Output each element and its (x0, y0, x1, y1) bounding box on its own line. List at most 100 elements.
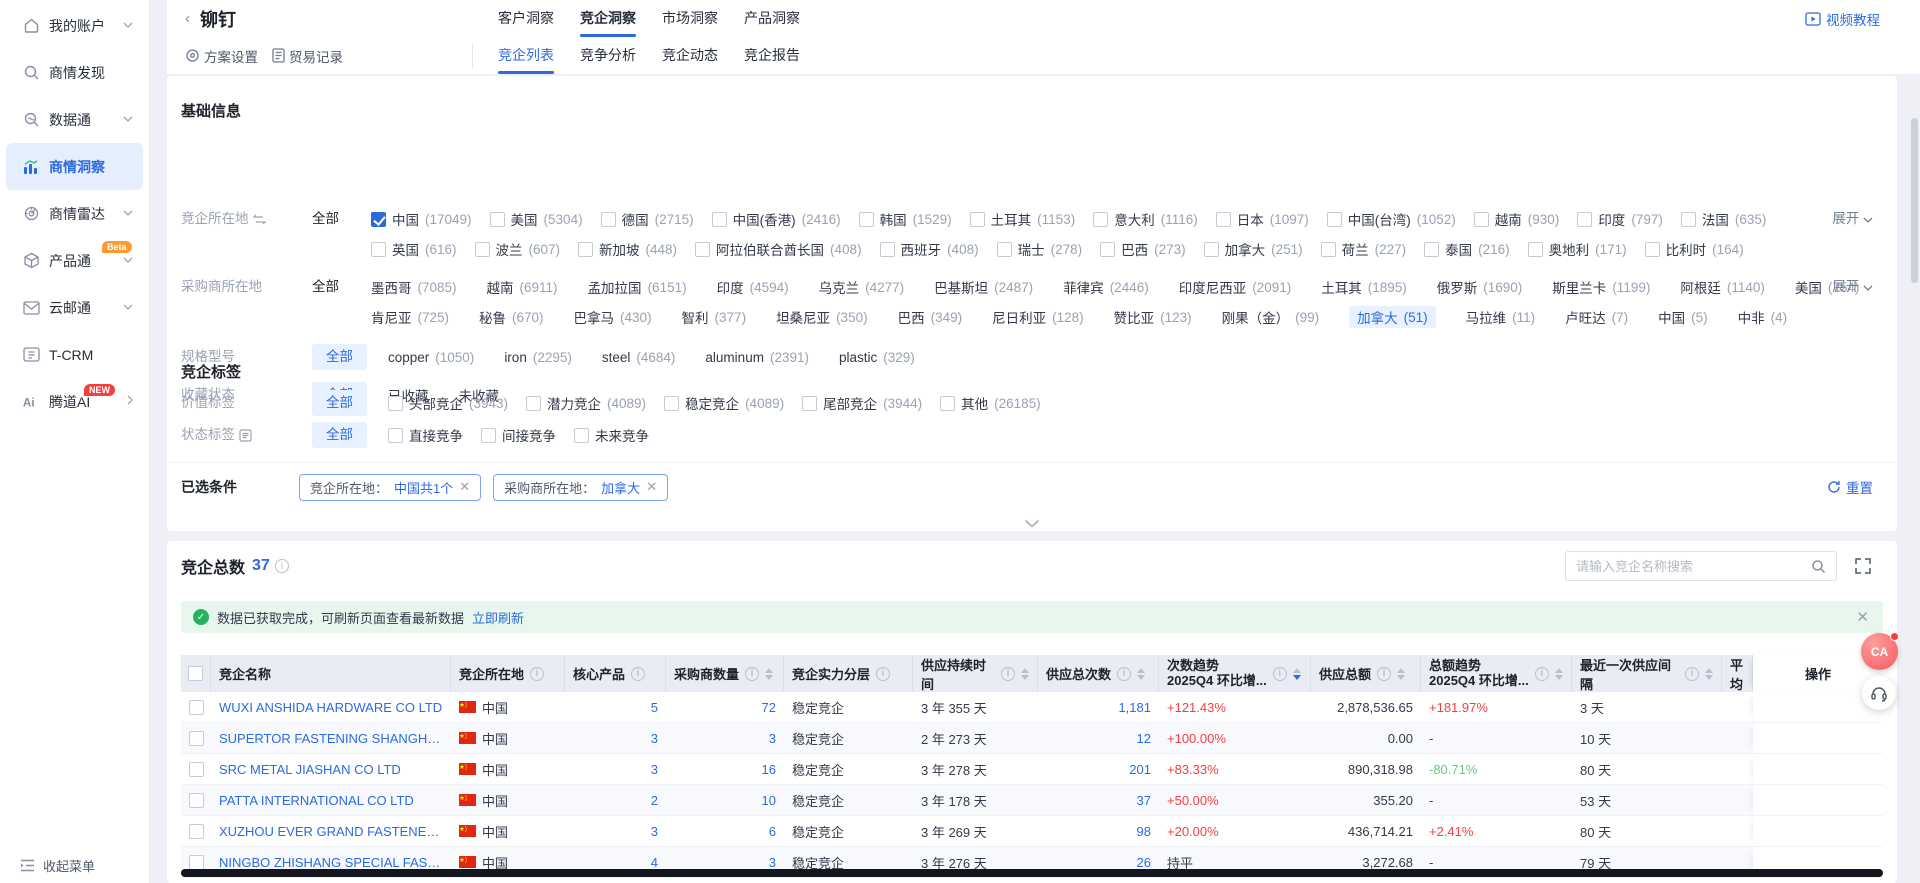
column-header-buyers[interactable]: 采购商数量i (666, 655, 784, 692)
checkbox[interactable] (1645, 242, 1660, 257)
filter-option-美国[interactable]: 美国(5304) (490, 209, 583, 229)
checkbox[interactable] (1216, 212, 1231, 227)
info-icon[interactable]: i (530, 667, 544, 681)
row-checkbox[interactable] (189, 731, 204, 746)
filter-option-尾部竞企[interactable]: 尾部竞企(3944) (802, 393, 922, 413)
filter-option-印度[interactable]: 印度(797) (1577, 209, 1663, 229)
cell-value[interactable]: 98 (1137, 824, 1151, 839)
info-icon[interactable]: i (1117, 667, 1131, 681)
info-icon[interactable]: i (275, 559, 289, 573)
chip-remove-icon[interactable]: ✕ (459, 479, 470, 495)
filter-option-加拿大[interactable]: 加拿大(51) (1349, 306, 1436, 328)
filter-option-印度[interactable]: 印度(4594) (717, 277, 789, 297)
info-icon[interactable]: i (631, 667, 645, 681)
filter-option-巴拿马[interactable]: 巴拿马(430) (574, 307, 652, 327)
filter-option-卢旺达[interactable]: 卢旺达(7) (1565, 307, 1628, 327)
filter-option-日本[interactable]: 日本(1097) (1216, 209, 1309, 229)
row-checkbox[interactable] (189, 700, 204, 715)
sidebar-item-T-CRM[interactable]: T-CRM (6, 331, 143, 378)
cell-value[interactable]: 12 (1137, 731, 1151, 746)
cell-value[interactable]: 10 (762, 793, 776, 808)
filter-option-阿拉伯联合酋长国[interactable]: 阿拉伯联合酋长国(408) (695, 239, 862, 259)
filter-option-马拉维[interactable]: 马拉维(11) (1466, 307, 1536, 327)
cell-value[interactable]: 3 (769, 855, 776, 870)
filter-option-潜力竞企[interactable]: 潜力竞企(4089) (526, 393, 646, 413)
filter-option-法国[interactable]: 法国(635) (1681, 209, 1767, 229)
back-button[interactable]: ‹ (185, 10, 190, 27)
checkbox[interactable] (1424, 242, 1439, 257)
filter-option-印度尼西亚[interactable]: 印度尼西亚(2091) (1179, 277, 1292, 297)
info-icon[interactable]: i (876, 667, 890, 681)
cell-value[interactable]: 72 (762, 700, 776, 715)
checkbox[interactable] (601, 212, 616, 227)
column-header-duration[interactable]: 供应持续时间i (913, 655, 1038, 692)
row-checkbox[interactable] (189, 762, 204, 777)
sidebar-item-商情发现[interactable]: 商情发现 (6, 49, 143, 96)
checkbox[interactable] (1681, 212, 1696, 227)
filter-option-刚果（金）[interactable]: 刚果（金）(99) (1222, 307, 1320, 327)
fullscreen-icon[interactable] (1855, 558, 1871, 574)
cell-value[interactable]: 16 (762, 762, 776, 777)
column-header-times[interactable]: 供应总次数i (1038, 655, 1159, 692)
filter-option-乌克兰[interactable]: 乌克兰(4277) (819, 277, 905, 297)
filter-option-plastic[interactable]: plastic(329) (839, 350, 915, 365)
search-icon[interactable] (1811, 559, 1826, 574)
sort-icon[interactable] (1293, 668, 1301, 680)
checkbox[interactable] (1474, 212, 1489, 227)
filter-option-其他[interactable]: 其他(26185) (940, 393, 1041, 413)
support-avatar[interactable]: CA (1861, 633, 1898, 670)
expand-button[interactable]: 展开 (1832, 272, 1873, 302)
info-icon[interactable]: i (1685, 667, 1699, 681)
filter-option-新加坡[interactable]: 新加坡(448) (578, 239, 677, 259)
subtab-竞企动态[interactable]: 竞企动态 (662, 37, 718, 74)
notice-close-icon[interactable]: ✕ (1856, 608, 1869, 626)
filter-all-button[interactable]: 全部 (312, 420, 367, 450)
expand-button[interactable]: 展开 (1832, 204, 1873, 234)
filter-option-头部竞企[interactable]: 头部竞企(3943) (388, 393, 508, 413)
checkbox[interactable] (1577, 212, 1592, 227)
company-name-link[interactable]: SUPERTOR FASTENING SHANGHAI... (219, 731, 443, 746)
collapse-menu-button[interactable]: 收起菜单 (0, 856, 150, 875)
filter-collapse-button[interactable] (1024, 519, 1040, 529)
checkbox-checked[interactable] (371, 212, 386, 227)
checkbox[interactable] (1327, 212, 1342, 227)
filter-option-未来竞争[interactable]: 未来竞争 (574, 425, 649, 445)
checkbox[interactable] (970, 212, 985, 227)
checkbox[interactable] (695, 242, 710, 257)
checkbox[interactable] (997, 242, 1012, 257)
filter-option-iron[interactable]: iron(2295) (504, 350, 572, 365)
video-tutorial-button[interactable]: 视频教程 (1805, 0, 1880, 37)
filter-option-奥地利[interactable]: 奥地利(171) (1528, 239, 1627, 259)
company-search-input[interactable] (1576, 559, 1811, 574)
filter-option-瑞士[interactable]: 瑞士(278) (997, 239, 1083, 259)
toolbar-方案设置[interactable]: 方案设置 (185, 46, 258, 66)
sidebar-item-商情雷达[interactable]: 商情雷达 (6, 190, 143, 237)
checkbox[interactable] (1321, 242, 1336, 257)
subtab-竞企列表[interactable]: 竞企列表 (498, 37, 554, 74)
cell-value[interactable]: 37 (1137, 793, 1151, 808)
horizontal-scrollbar[interactable] (181, 869, 1883, 877)
sidebar-item-数据通[interactable]: 数据通 (6, 96, 143, 143)
filter-option-秘鲁[interactable]: 秘鲁(670) (479, 307, 544, 327)
checkbox[interactable] (1100, 242, 1115, 257)
filter-option-越南[interactable]: 越南(6911) (487, 277, 558, 297)
filter-option-steel[interactable]: steel(4684) (602, 350, 676, 365)
checkbox[interactable] (388, 396, 403, 411)
column-header-amount[interactable]: 供应总额i (1311, 655, 1421, 692)
sidebar-item-商情洞察[interactable]: 商情洞察 (6, 143, 143, 190)
column-header-interval[interactable]: 最近一次供应间隔i (1572, 655, 1722, 692)
filter-option-aluminum[interactable]: aluminum(2391) (705, 350, 809, 365)
select-all-checkbox[interactable] (188, 666, 203, 681)
filter-option-copper[interactable]: copper(1050) (388, 350, 474, 365)
filter-option-孟加拉国[interactable]: 孟加拉国(6151) (588, 277, 687, 297)
reset-button[interactable]: 重置 (1827, 477, 1873, 497)
filter-all-button[interactable]: 全部 (312, 342, 367, 372)
sort-icon[interactable] (1705, 668, 1713, 680)
checkbox[interactable] (490, 212, 505, 227)
filter-option-巴西[interactable]: 巴西(349) (898, 307, 963, 327)
checkbox[interactable] (526, 396, 541, 411)
row-checkbox[interactable] (189, 855, 204, 870)
cell-value[interactable]: 201 (1129, 762, 1151, 777)
tab-市场洞察[interactable]: 市场洞察 (662, 0, 718, 37)
toolbar-贸易记录[interactable]: 贸易记录 (272, 46, 343, 66)
